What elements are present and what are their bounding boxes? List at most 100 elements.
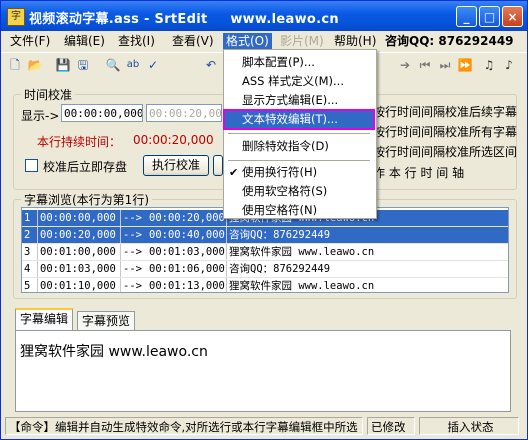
end-icon[interactable]: ⏩	[457, 57, 473, 73]
row-number: 2	[22, 227, 38, 243]
save-after-calibrate-label: 校准后立即存盘	[43, 160, 128, 174]
menu-item-label: 使用换行符(H)	[242, 165, 318, 179]
menu-edit[interactable]: 编辑(E)	[61, 33, 108, 50]
menu-find[interactable]: 查找(I)	[115, 33, 158, 50]
duration-value: 00:00:20,000	[133, 133, 214, 147]
menu-file[interactable]: 文件(F)	[7, 33, 53, 50]
row-number: 1	[22, 210, 38, 226]
menu-item-use-space[interactable]: 使用空格符(N)	[224, 201, 374, 220]
menu-item-label: 使用软空格符(S)	[242, 184, 328, 198]
row-text: 咨询QQ：876292449	[229, 229, 331, 241]
row-text: 狸窝软件家园 www.leawo.cn	[229, 246, 375, 258]
row-arrow: -->	[123, 280, 142, 292]
open-icon[interactable]: 📂	[27, 57, 43, 73]
status-modified: 已修改	[367, 417, 415, 435]
maximize-button[interactable]: □	[479, 6, 500, 27]
row-arrow: -->	[123, 212, 142, 224]
row-end: 00:00:20,000	[147, 210, 227, 226]
menu-item-use-newline[interactable]: ✔ 使用换行符(H)	[224, 163, 374, 182]
calibrate-range-option[interactable]: 按行时间间隔校准所选区间	[373, 143, 517, 160]
arrow-right-icon[interactable]: ➔	[397, 57, 413, 73]
new-icon[interactable]: 🗋	[7, 57, 23, 73]
calibrate-all-option[interactable]: 按行时间间隔校准所有字幕	[373, 123, 517, 140]
menu-item-script-config[interactable]: 脚本配置(P)...	[224, 53, 374, 72]
status-insert-mode: 插入状态	[419, 417, 519, 435]
table-row[interactable]: 4 00:01:03,000 --> 00:01:06,000 咨询QQ：876…	[22, 261, 508, 278]
menu-item-delete-effect[interactable]: 删除特效指令(D)	[224, 137, 374, 156]
row-end: 00:01:13,000	[147, 278, 227, 292]
timing-group-label: 时间校准	[21, 86, 76, 103]
tab-subtitle-edit[interactable]: 字幕编辑	[15, 308, 74, 332]
row-arrow: -->	[123, 246, 142, 258]
find-icon[interactable]: 🔍	[105, 57, 121, 73]
start-time-field[interactable]: 00:00:00,000	[61, 104, 143, 122]
calibrate-following-option[interactable]: 按行时间间隔校准后续字幕	[373, 103, 517, 120]
qq-contact: 咨询QQ: 876292449	[385, 34, 514, 48]
menu-movie[interactable]: 影片(M)	[277, 33, 327, 50]
row-number: 4	[22, 261, 38, 277]
menu-item-label: 删除特效指令(D)	[242, 139, 329, 153]
row-end: 00:01:03,000	[147, 244, 227, 260]
row-arrow: -->	[123, 229, 142, 241]
row-end: 00:00:40,000	[147, 227, 227, 243]
end-time-field[interactable]: 00:00:20,000	[146, 104, 222, 122]
table-row[interactable]: 5 00:01:10,000 --> 00:01:13,000 狸窝软件家园 w…	[22, 278, 508, 292]
music-note-alt-icon[interactable]: ♪	[501, 57, 517, 73]
subtitle-editor[interactable]: 狸窝软件家园 www.leawo.cn	[15, 330, 511, 412]
calibrate-button[interactable]: 执行校准	[143, 155, 209, 176]
browse-group-label: 字幕浏览(本行为第1行)	[21, 191, 152, 208]
table-row[interactable]: 3 00:01:00,000 --> 00:01:03,000 狸窝软件家园 w…	[22, 244, 508, 261]
menu-item-text-effect[interactable]: 文本特效编辑(T)...	[223, 109, 375, 130]
calibrate-row-label: 作 本 行 时 间 轴	[373, 166, 465, 180]
prev-icon[interactable]: ⏮	[417, 57, 433, 73]
tab-subtitle-preview[interactable]: 字幕预览	[77, 311, 136, 331]
next-icon[interactable]: ⏭	[437, 57, 453, 73]
music-note-icon[interactable]: ♫	[481, 57, 497, 73]
app-icon: 字	[7, 8, 25, 26]
table-row[interactable]: 2 00:00:20,000 --> 00:00:40,000 咨询QQ：876…	[22, 227, 508, 244]
title-bar[interactable]: 字 视频滚动字幕.ass - SrtEdit www.leawo.cn _ □ …	[1, 1, 527, 31]
menu-item-display-mode[interactable]: 显示方式编辑(E)...	[224, 91, 374, 110]
menu-format[interactable]: 格式(O)	[223, 33, 272, 50]
menu-item-label: ASS 样式定义(M)...	[242, 74, 344, 88]
calibrate-extra-button[interactable]	[213, 155, 223, 176]
window-title-url: www.leawo.cn	[230, 12, 339, 27]
row-arrow: -->	[123, 263, 142, 275]
row-start: 00:01:10,000	[38, 278, 121, 292]
row-start: 00:00:20,000	[38, 227, 121, 243]
duration-label: 本行持续时间：	[37, 135, 122, 149]
row-start: 00:01:00,000	[38, 244, 121, 260]
menu-item-label: 使用空格符(N)	[242, 203, 318, 217]
menu-help[interactable]: 帮助(H)	[331, 33, 379, 50]
save-as-icon[interactable]: 🖫	[75, 57, 91, 73]
row-end: 00:01:06,000	[147, 261, 227, 277]
menu-view[interactable]: 查看(V)	[169, 33, 217, 50]
minimize-button[interactable]: _	[456, 6, 477, 27]
row-text: 狸窝软件家园 www.leawo.cn	[229, 280, 375, 292]
replace-icon[interactable]: ab	[125, 57, 141, 73]
undo-icon[interactable]: ↶	[203, 57, 219, 73]
row-number: 3	[22, 244, 38, 260]
menu-item-ass-style[interactable]: ASS 样式定义(M)...	[224, 72, 374, 91]
save-after-calibrate-checkbox[interactable]	[25, 159, 38, 172]
spell-icon[interactable]: ✓	[145, 57, 161, 73]
menu-item-label: 显示方式编辑(E)...	[242, 93, 339, 107]
window-title-text: 视频滚动字幕.ass - SrtEdit	[29, 12, 208, 27]
close-button[interactable]: ×	[502, 6, 523, 27]
menu-item-use-soft-space[interactable]: 使用软空格符(S)	[224, 182, 374, 201]
check-icon: ✔	[229, 166, 239, 179]
row-number: 5	[22, 278, 38, 292]
row-start: 00:01:03,000	[38, 261, 121, 277]
menu-separator	[228, 160, 370, 161]
menu-item-label: 脚本配置(P)...	[242, 55, 315, 69]
app-window: 字 视频滚动字幕.ass - SrtEdit www.leawo.cn _ □ …	[0, 0, 528, 440]
menu-bar: 文件(F) 编辑(E) 查找(I) 查看(V) 格式(O) 影片(M) 帮助(H…	[1, 31, 527, 51]
display-label: 显示->	[21, 109, 60, 123]
menu-separator	[228, 133, 370, 134]
row-text: 咨询QQ：876292449	[229, 263, 331, 275]
save-icon[interactable]: 💾	[55, 57, 71, 73]
status-command: 【命令】编辑并自动生成特效命令,对所选行或本行字幕编辑框中所选	[5, 417, 363, 435]
window-title: 视频滚动字幕.ass - SrtEdit www.leawo.cn	[29, 8, 339, 27]
menu-item-label: 文本特效编辑(T)...	[242, 112, 338, 126]
status-bar: 【命令】编辑并自动生成特效命令,对所选行或本行字幕编辑框中所选 已修改 插入状态	[1, 415, 527, 437]
